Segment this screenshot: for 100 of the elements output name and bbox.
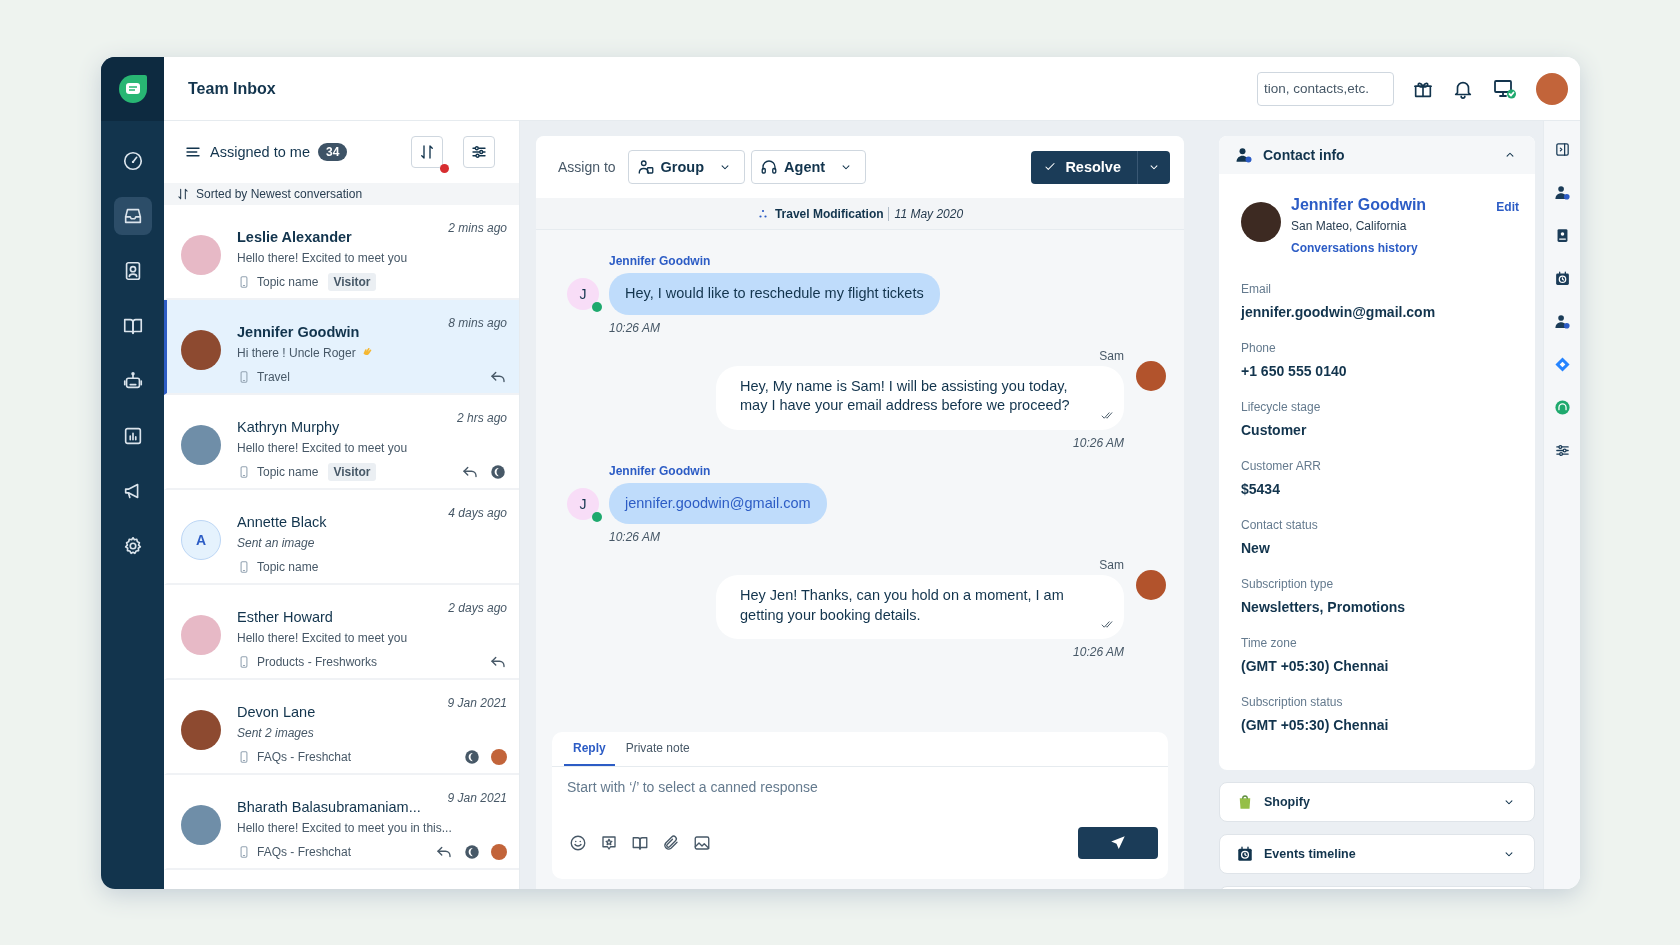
timestamp: 2 hrs ago	[456, 411, 507, 425]
message-preview: Sent 2 images	[237, 726, 314, 740]
avatar-photo	[181, 235, 221, 275]
moon-icon	[489, 463, 507, 481]
sort-button[interactable]	[411, 136, 443, 168]
timestamp: 9 Jan 2021	[447, 696, 507, 710]
sender-name: Sam	[1099, 558, 1124, 573]
count-badge: 34	[317, 143, 348, 161]
phone-icon	[237, 465, 251, 479]
message-time: 10:26 AM	[1073, 645, 1124, 660]
contact-add-icon[interactable]	[1553, 313, 1571, 330]
avatar-photo	[181, 805, 221, 845]
panel-collapse-icon[interactable]	[1553, 141, 1571, 158]
sort-icon	[418, 143, 436, 161]
page-title: Team Inbox	[188, 79, 276, 98]
smiley-icon[interactable]	[569, 834, 587, 852]
filter-sliders-icon[interactable]	[1553, 442, 1571, 459]
section-title: Contact info	[1263, 147, 1345, 163]
headset-badge-icon[interactable]	[1553, 399, 1571, 416]
field-value: (GMT +05:30) Chennai	[1241, 717, 1390, 733]
message-preview: Hello there! Excited to meet you	[237, 251, 408, 265]
contact-add-icon[interactable]	[1553, 184, 1571, 201]
avatar-photo	[181, 425, 221, 465]
field-value: jennifer.goodwin@gmail.com	[1241, 304, 1437, 320]
diamond-icon[interactable]	[1553, 356, 1571, 373]
avatar-photo	[181, 330, 221, 370]
field-label: Subscription type	[1241, 577, 1335, 591]
calendar-clock-icon	[1236, 845, 1254, 863]
image-icon[interactable]	[693, 834, 711, 852]
field-label: Time zone	[1241, 636, 1298, 650]
chat-logo-icon[interactable]	[116, 73, 149, 105]
filter-sliders-icon	[470, 143, 488, 161]
email-link[interactable]: jennifer.goodwin@gmail.com	[625, 494, 811, 511]
message-text: Hey Jen! Thanks, can you hold on a moment, I am getting your booking details.	[740, 587, 1064, 623]
conversation-item[interactable]: Devon Lane 9 Jan 2021 Sent 2 images FAQs - Freshchat	[164, 680, 519, 775]
conversation-item[interactable]: Bharath Balasubramaniam... 9 Jan 2021 Hello there! Excited to meet you in this... FAQs - Freshchat	[164, 775, 519, 870]
reply-composer[interactable]: Reply Private note Start with ‘/’ to select a canned response	[552, 732, 1168, 879]
message-text: Hey, My name is Sam! I will be assisting you today, may I have your email address before we proceed?	[740, 377, 1070, 414]
resolve-menu-button[interactable]	[1138, 150, 1170, 184]
message-time: 10:26 AM	[1073, 435, 1124, 450]
message-text: Hey, I would like to reschedule my flight tickets	[625, 285, 924, 301]
topic-label: Topic name	[257, 275, 319, 289]
sender-name: Jennifer Goodwin	[609, 463, 711, 478]
sidebar-item[interactable]	[113, 197, 152, 235]
group-dropdown[interactable]: Group	[627, 150, 746, 184]
conversation-item[interactable]: Esther Howard 2 days ago Hello there! Excited to meet you Products - Freshworks	[164, 585, 519, 680]
agent-dropdown[interactable]: Agent	[751, 150, 867, 184]
sort-label: Sorted by Newest conversation	[196, 187, 363, 201]
send-button[interactable]	[1078, 827, 1158, 859]
contact-name: Kathryn Murphy	[237, 419, 340, 435]
contact-name: Leslie Alexander	[237, 229, 352, 245]
timestamp: 2 days ago	[448, 601, 507, 615]
agent-avatar	[491, 749, 507, 765]
agent-avatar	[491, 844, 507, 860]
sort-icon	[176, 187, 190, 201]
timestamp: 8 mins ago	[448, 316, 507, 330]
field-label: Lifecycle stage	[1241, 400, 1322, 414]
contact-name: Devon Lane	[237, 704, 316, 720]
group-icon	[636, 158, 655, 176]
message-preview: Hello there! Excited to meet you	[237, 631, 408, 645]
sender-name: Jennifer Goodwin	[609, 254, 711, 268]
paperclip-icon[interactable]	[662, 834, 680, 852]
contact-name[interactable]: Jennifer Goodwin	[1291, 196, 1487, 214]
field-label: Phone	[1241, 341, 1277, 355]
contact-name: Annette Black	[237, 514, 327, 530]
message-preview: Hello there! Excited to meet you	[237, 441, 408, 455]
phone-icon	[237, 560, 251, 574]
history-link[interactable]: Conversations history	[1291, 241, 1418, 255]
collapsible-panel[interactable]: Events timeline	[1219, 834, 1535, 874]
topic-label: Topic name	[257, 465, 319, 479]
topic-label: Products - Freshworks	[257, 655, 378, 669]
conversation-item[interactable]: A Annette Black 4 days ago Sent an image Topic name	[164, 490, 519, 585]
message-preview: Hello there! Excited to meet you in this...	[237, 821, 452, 835]
book-icon[interactable]	[631, 834, 649, 852]
edit-link[interactable]: Edit	[1496, 200, 1519, 214]
timestamp: 4 days ago	[448, 506, 507, 520]
avatar-photo	[181, 615, 221, 655]
conversation-item[interactable]: Jennifer Goodwin 8 mins ago Hi there ! Uncle Roger Travel	[164, 300, 519, 395]
field-label: Customer ARR	[1241, 459, 1323, 473]
resolve-button[interactable]: Resolve	[1031, 150, 1138, 184]
field-label: Subscription status	[1241, 695, 1344, 709]
dots-icon	[756, 207, 769, 220]
headset-icon	[760, 158, 779, 176]
moon-icon	[463, 748, 481, 766]
collapsible-panel[interactable]: Shopify	[1219, 782, 1535, 822]
topic-label: FAQs - Freshchat	[257, 845, 352, 859]
filter-dropdown[interactable]: Assigned to me 34	[184, 143, 348, 161]
panel-title: Shopify	[1264, 795, 1310, 809]
calendar-clock-icon[interactable]	[1553, 270, 1571, 287]
avatar-initial: J	[567, 278, 599, 311]
avatar-photo[interactable]	[1536, 72, 1568, 105]
field-label: Email	[1241, 282, 1272, 296]
search-field[interactable]: tion, contacts,etc.	[1257, 71, 1394, 106]
avatar-photo	[1241, 202, 1281, 242]
star-message-icon[interactable]	[600, 834, 618, 852]
conversation-item[interactable]: Kathryn Murphy 2 hrs ago Hello there! Excited to meet you Topic name Visitor	[164, 395, 519, 490]
contact-name: Esther Howard	[237, 609, 333, 625]
conversation-topic: Travel Modification	[774, 206, 889, 221]
filter-button[interactable]	[463, 136, 495, 168]
field-value: (GMT +05:30) Chennai	[1241, 658, 1390, 674]
